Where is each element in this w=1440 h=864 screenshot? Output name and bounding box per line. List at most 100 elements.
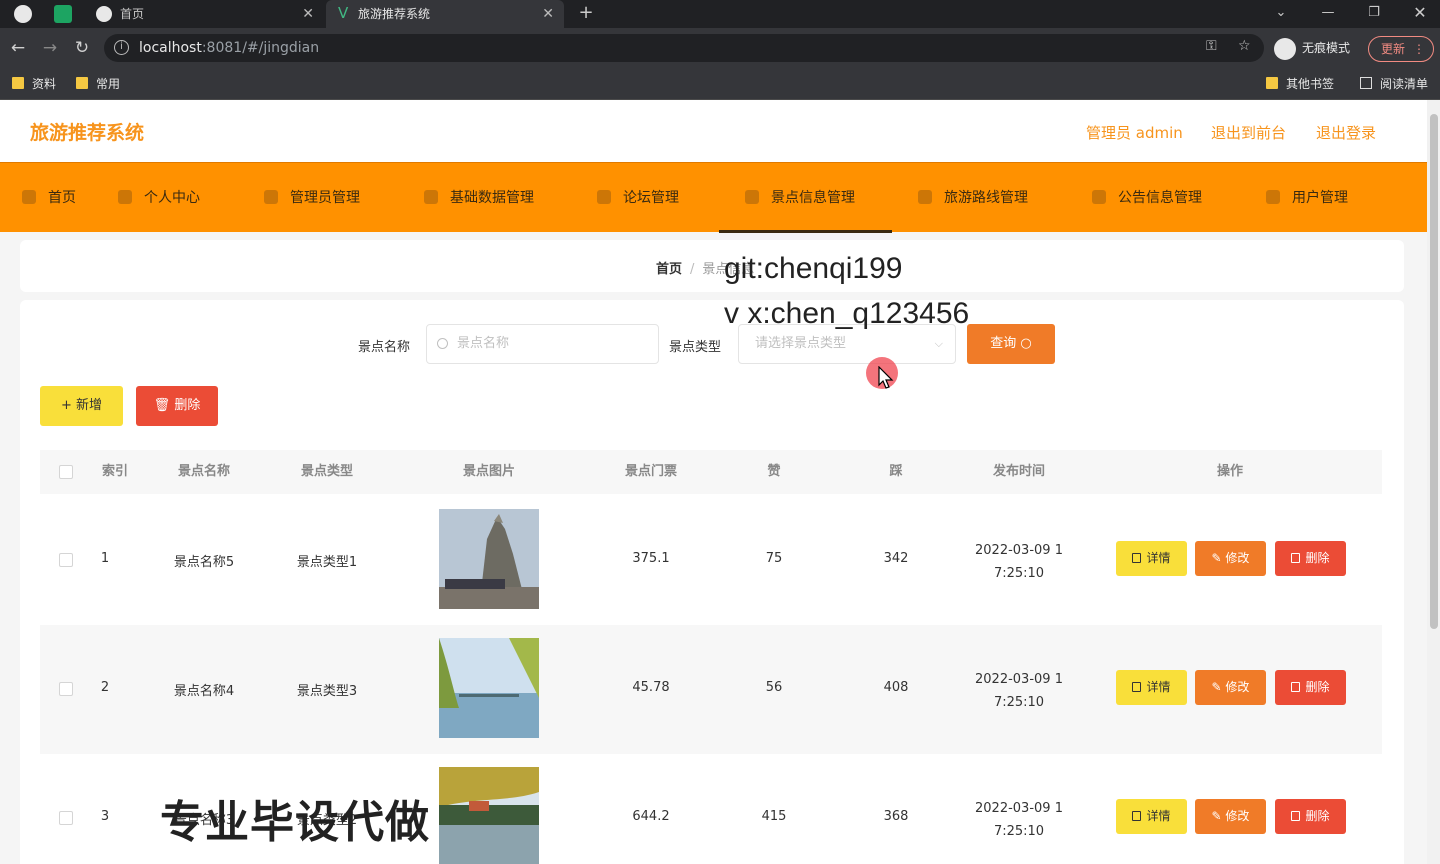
table-row: 1 景点名称5 景点类型1 375.1 75 342 2022-03-09 17… — [40, 496, 1382, 625]
minimize-icon[interactable]: — — [1305, 0, 1351, 28]
name-search-label: 景点名称 — [358, 340, 411, 355]
delete-button[interactable]: 删除 — [1275, 670, 1346, 705]
restore-icon[interactable]: ❐ — [1351, 0, 1397, 28]
tab-label: 旅游推荐系统 — [358, 7, 431, 21]
document-icon — [1132, 553, 1142, 563]
bookmark-folder[interactable]: 其他书签 — [1266, 74, 1334, 94]
watermark-banner: 专业毕设代做 — [160, 797, 430, 848]
folder-icon — [1266, 77, 1278, 89]
cell-price: 45.78 — [632, 680, 670, 695]
document-icon — [1132, 682, 1142, 692]
route-icon — [918, 190, 932, 204]
edit-button[interactable]: ✎ 修改 — [1195, 670, 1266, 705]
browser-tab-active[interactable]: V 旅游推荐系统 ✕ — [326, 0, 564, 28]
cell-name: 景点名称5 — [173, 555, 235, 570]
cell-dislike: 342 — [883, 551, 909, 566]
table-header: 索引 景点名称 景点类型 景点图片 景点门票 赞 踩 发布时间 操作 — [40, 450, 1382, 494]
nav-home[interactable]: 首页 — [22, 163, 76, 233]
row-checkbox[interactable] — [59, 682, 73, 696]
delete-button[interactable]: 删除 — [1275, 799, 1346, 834]
cell-like: 415 — [761, 809, 787, 824]
folder-icon — [12, 77, 24, 89]
bookmark-folder[interactable]: 常用 — [76, 74, 120, 94]
star-icon[interactable]: ☆ — [1238, 38, 1251, 54]
pencil-icon: ✎ — [1211, 809, 1226, 823]
vue-icon: V — [338, 4, 349, 22]
nav-scenic-info[interactable]: 景点信息管理 — [719, 163, 892, 233]
browser-tab-home[interactable]: 首页 ✕ — [84, 0, 324, 28]
site-info-icon[interactable]: i — [114, 40, 129, 55]
app-viewport: 旅游推荐系统 管理员 admin 退出到前台 退出登录 首页 个人中心 管理员管… — [0, 100, 1427, 864]
scenic-image — [439, 509, 539, 609]
cell-index: 1 — [100, 551, 110, 566]
delete-button[interactable]: 删除 — [1275, 541, 1346, 576]
close-tab-icon[interactable]: ✕ — [542, 0, 554, 28]
admin-icon — [264, 190, 278, 204]
col-image: 景点图片 — [462, 464, 515, 479]
forward-icon[interactable]: → — [38, 36, 62, 60]
browser-menu-icon[interactable] — [14, 5, 32, 23]
watermark-git: git:chenqi199 — [724, 252, 903, 285]
back-icon[interactable]: ← — [6, 36, 30, 60]
detail-button[interactable]: 详情 — [1116, 799, 1187, 834]
cell-type: 景点类型1 — [296, 555, 358, 570]
nav-personal-center[interactable]: 个人中心 — [118, 163, 200, 233]
select-all-checkbox[interactable] — [59, 465, 73, 479]
bookmark-folder[interactable]: 资料 — [12, 74, 56, 94]
col-price: 景点门票 — [624, 464, 677, 479]
detail-button[interactable]: 详情 — [1116, 670, 1187, 705]
watermark-contact: v x:chen_q123456 — [724, 297, 970, 330]
nav-user[interactable]: 用户管理 — [1266, 163, 1348, 233]
cell-time: 2022-03-09 1 7:25:10 — [975, 672, 1063, 710]
close-tab-icon[interactable]: ✕ — [302, 0, 314, 28]
exit-to-front-link[interactable]: 退出到前台 — [1211, 122, 1286, 143]
url-text: localhost:8081/#/jingdian — [139, 40, 320, 56]
globe-icon — [96, 6, 112, 22]
row-checkbox[interactable] — [59, 811, 73, 825]
browser-tab-bar: 首页 ✕ V 旅游推荐系统 ✕ + ⌄ — ❐ ✕ — [0, 0, 1440, 28]
row-checkbox[interactable] — [59, 553, 73, 567]
breadcrumb-card: 首页 / 景点信息 — [20, 240, 1404, 292]
pinned-tab-icon[interactable] — [54, 5, 72, 23]
detail-button[interactable]: 详情 — [1116, 541, 1187, 576]
tab-search-icon[interactable]: ⌄ — [1258, 0, 1304, 28]
app-header: 旅游推荐系统 管理员 admin 退出到前台 退出登录 — [0, 100, 1427, 162]
cell-index: 3 — [100, 809, 110, 824]
query-button[interactable]: 查询 ○ — [967, 324, 1055, 364]
key-icon[interactable]: ⚿ — [1206, 38, 1217, 54]
edit-button[interactable]: ✎ 修改 — [1195, 541, 1266, 576]
scrollbar-thumb[interactable] — [1430, 114, 1438, 629]
name-search-input[interactable]: 景点名称 — [426, 324, 659, 364]
nav-base-data[interactable]: 基础数据管理 — [424, 163, 534, 233]
scenic-image — [439, 638, 539, 738]
pencil-icon: ✎ — [1211, 680, 1226, 694]
nav-admin-manage[interactable]: 管理员管理 — [264, 163, 360, 233]
tab-label: 首页 — [120, 7, 145, 21]
edit-button[interactable]: ✎ 修改 — [1195, 799, 1266, 834]
col-index: 索引 — [101, 464, 128, 479]
trash-icon: 🗑 — [153, 398, 171, 413]
reload-icon[interactable]: ↻ — [70, 36, 94, 60]
close-window-icon[interactable]: ✕ — [1397, 0, 1440, 28]
batch-delete-button[interactable]: 🗑 删除 — [136, 386, 218, 426]
breadcrumb-home[interactable]: 首页 — [656, 262, 682, 277]
add-button[interactable]: + 新增 — [40, 386, 123, 426]
col-actions: 操作 — [1216, 464, 1243, 479]
new-tab-icon[interactable]: + — [576, 0, 596, 28]
url-input[interactable]: i localhost:8081/#/jingdian ⚿ ☆ — [104, 34, 1264, 62]
incognito-indicator[interactable]: 无痕模式 — [1274, 36, 1350, 60]
notice-icon — [1092, 190, 1106, 204]
nav-notice[interactable]: 公告信息管理 — [1092, 163, 1202, 233]
cell-time: 2022-03-09 1 7:25:10 — [975, 543, 1063, 581]
logout-link[interactable]: 退出登录 — [1316, 122, 1376, 143]
mouse-cursor-icon — [878, 366, 894, 389]
admin-label: 管理员 admin — [1086, 124, 1183, 142]
table-row: 2 景点名称4 景点类型3 45.78 56 408 2022-03-09 17… — [40, 625, 1382, 754]
nav-forum[interactable]: 论坛管理 — [597, 163, 679, 233]
reading-list[interactable]: 阅读清单 — [1360, 74, 1428, 94]
cell-type: 景点类型3 — [296, 684, 358, 699]
nav-route[interactable]: 旅游路线管理 — [918, 163, 1028, 233]
update-button[interactable]: 更新 ⋮ — [1368, 36, 1434, 62]
page-scrollbar[interactable] — [1427, 100, 1440, 864]
trash-icon — [1291, 682, 1301, 692]
